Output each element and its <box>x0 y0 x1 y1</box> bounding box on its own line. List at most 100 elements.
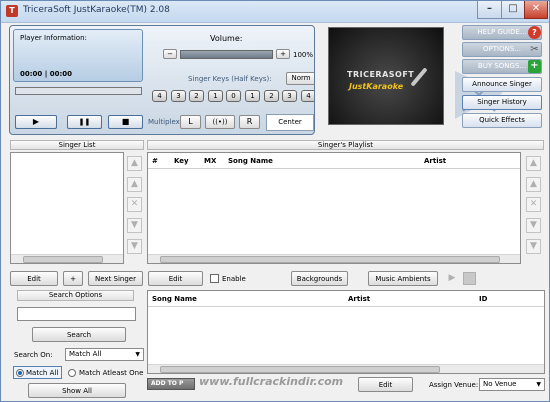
match-atleast-one-label: Match Atleast One <box>79 369 144 377</box>
announce-singer-button[interactable]: Announce Singer <box>462 77 542 92</box>
singer-move-down-icon[interactable]: ▼ <box>127 218 142 233</box>
singer-move-bottom-icon[interactable]: ▼ <box>127 239 142 254</box>
backgrounds-button[interactable]: Backgrounds <box>291 271 348 286</box>
close-button[interactable]: ✕ <box>524 1 548 19</box>
volume-label: Volume: <box>210 34 243 43</box>
key-up-1[interactable]: 1 <box>245 90 260 102</box>
player-info-box: Player Information: 00:00 | 00:00 <box>13 29 143 82</box>
singer-history-button[interactable]: Singer History <box>462 95 542 110</box>
volume-value: 100% <box>293 51 314 59</box>
pause-button[interactable]: ❚❚ <box>67 115 102 129</box>
search-on-label: Search On: <box>14 351 53 359</box>
enable-checkbox[interactable] <box>210 274 219 283</box>
singer-list[interactable] <box>10 152 124 264</box>
singer-move-up-icon[interactable]: ▲ <box>127 177 142 192</box>
ambient-stop-icon[interactable] <box>463 272 476 285</box>
playlist-col-artist[interactable]: Artist <box>424 157 446 165</box>
match-all-radio[interactable] <box>16 369 24 377</box>
next-singer-button[interactable]: Next Singer <box>88 271 143 286</box>
playlist-move-top-icon[interactable]: ▲ <box>526 156 541 171</box>
results-col-id[interactable]: ID <box>479 295 487 303</box>
key-up-4[interactable]: 4 <box>301 90 314 102</box>
help-guide-label: HELP GUIDE... <box>477 28 527 36</box>
singer-list-hscrollbar[interactable] <box>11 254 123 263</box>
ambient-play-icon[interactable]: ▶ <box>445 272 459 285</box>
chevron-down-icon: ▼ <box>536 381 541 388</box>
playlist-header: Singer's Playlist <box>147 140 544 150</box>
key-up-3[interactable]: 3 <box>282 90 297 102</box>
player-panel: Player Information: 00:00 | 00:00 Volume… <box>9 25 315 135</box>
playlist-col-key[interactable]: Key <box>174 157 189 165</box>
music-ambients-button[interactable]: Music Ambients <box>368 271 438 286</box>
singer-list-scroll-thumb[interactable] <box>23 256 103 263</box>
volume-down-button[interactable]: − <box>163 49 177 59</box>
playlist-table[interactable]: # Key MX Song Name Artist <box>147 152 521 264</box>
quick-effects-button[interactable]: Quick Effects <box>462 113 542 128</box>
multiplex-right-button[interactable]: R <box>239 115 260 129</box>
radio-selected-dot <box>18 371 22 375</box>
playlist-edit-button[interactable]: Edit <box>148 271 203 286</box>
playlist-scroll-thumb[interactable] <box>160 256 500 263</box>
help-icon: ? <box>528 26 541 39</box>
search-input[interactable] <box>17 307 136 321</box>
search-on-select[interactable]: Match All ▼ <box>65 348 144 361</box>
maximize-button[interactable]: □ <box>501 1 525 19</box>
show-all-button[interactable]: Show All <box>28 383 126 398</box>
results-col-song-name[interactable]: Song Name <box>152 295 197 303</box>
results-header-divider <box>148 306 544 307</box>
singer-move-top-icon[interactable]: ▲ <box>127 156 142 171</box>
search-results-table[interactable]: Song Name Artist ID <box>147 290 545 374</box>
venue-select[interactable]: No Venue ▼ <box>479 378 545 391</box>
key-down-1[interactable]: 1 <box>208 90 223 102</box>
playlist-col-mx[interactable]: MX <box>204 157 216 165</box>
multiplex-stereo-button[interactable]: ((•)) <box>205 115 235 129</box>
playlist-col-song-name[interactable]: Song Name <box>228 157 273 165</box>
volume-slider[interactable] <box>180 50 273 59</box>
playlist-header-divider <box>148 168 520 169</box>
key-down-2[interactable]: 2 <box>189 90 204 102</box>
playlist-hscrollbar[interactable] <box>148 254 520 263</box>
stop-button[interactable]: ■ <box>108 115 143 129</box>
results-edit-button[interactable]: Edit <box>358 377 413 392</box>
results-hscrollbar[interactable] <box>148 364 544 373</box>
singer-list-header: Singer List <box>10 140 144 150</box>
add-singer-button[interactable]: + <box>63 271 83 286</box>
results-scroll-thumb[interactable] <box>160 366 440 373</box>
app-icon: T <box>6 5 18 17</box>
playlist-move-down-icon[interactable]: ▼ <box>526 218 541 233</box>
singer-edit-button[interactable]: Edit <box>10 271 58 286</box>
match-atleast-one-radio[interactable] <box>68 369 76 377</box>
venue-value: No Venue <box>483 380 517 388</box>
player-info-label: Player Information: <box>20 34 87 42</box>
center-display: Center <box>266 114 314 131</box>
norm-button[interactable]: Norm <box>286 72 314 85</box>
singer-keys-label: Singer Keys (Half Keys): <box>188 75 272 83</box>
watermark: www.fullcrackindir.com <box>199 375 344 388</box>
brand-name-top: TRICERASOFT <box>347 70 415 79</box>
key-zero[interactable]: 0 <box>226 90 241 102</box>
multiplex-left-button[interactable]: L <box>180 115 201 129</box>
volume-up-button[interactable]: + <box>276 49 290 59</box>
add-to-playlist-label: ADD TO P <box>151 380 184 387</box>
results-col-artist[interactable]: Artist <box>348 295 370 303</box>
key-up-2[interactable]: 2 <box>264 90 279 102</box>
options-label: OPTIONS... <box>483 45 521 53</box>
match-all-label: Match All <box>26 369 59 377</box>
playlist-move-up-icon[interactable]: ▲ <box>526 177 541 192</box>
playlist-col-num[interactable]: # <box>152 157 158 165</box>
buy-songs-label: BUY SONGS... <box>477 62 527 70</box>
time-display: 00:00 | 00:00 <box>20 70 72 78</box>
assign-venue-label: Assign Venue: <box>429 381 479 389</box>
add-to-playlist-button[interactable]: ADD TO P <box>147 378 195 390</box>
key-down-3[interactable]: 3 <box>171 90 186 102</box>
singer-remove-icon[interactable]: ✕ <box>127 197 142 212</box>
play-button[interactable]: ▶ <box>15 115 57 129</box>
tools-icon: ✂ <box>530 44 539 55</box>
minimize-button[interactable]: – <box>477 1 502 19</box>
chevron-down-icon: ▼ <box>135 351 140 358</box>
seek-bar[interactable] <box>15 87 142 95</box>
playlist-move-bottom-icon[interactable]: ▼ <box>526 239 541 254</box>
key-down-4[interactable]: 4 <box>152 90 167 102</box>
playlist-remove-icon[interactable]: ✕ <box>526 197 541 212</box>
search-button[interactable]: Search <box>32 327 126 342</box>
